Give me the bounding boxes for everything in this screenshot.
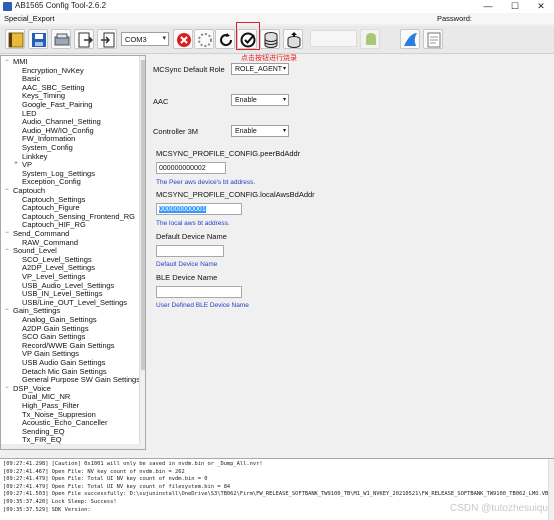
burn-button-highlight (236, 22, 260, 50)
log-vertical-scrollbar[interactable] (548, 459, 554, 520)
ble-device-name-hint: User Defined BLE Device Name (156, 302, 249, 309)
scanner-button[interactable] (51, 29, 71, 49)
menu-bar: Special_Export Password: (0, 13, 554, 24)
controller-3m-label: Controller 3M (153, 127, 199, 136)
maximize-button[interactable]: ☐ (502, 0, 528, 13)
default-device-name-hint: Default Device Name (156, 261, 218, 268)
peer-addr-label: MCSYNC_PROFILE_CONFIG.peerBdAddr (156, 149, 301, 158)
mcsync-role-select[interactable]: ROLE_AGENT ▾ (231, 63, 289, 75)
collapse-icon[interactable]: − (4, 307, 10, 313)
settings-loading-icon (198, 33, 212, 47)
local-addr-input[interactable]: 000000000001 (156, 203, 242, 215)
log-line: [09:27:41.479] Open File: Total UI NV ke… (3, 476, 208, 483)
settings-button[interactable] (194, 29, 214, 49)
collapse-icon[interactable]: − (4, 385, 10, 391)
database-upload-icon (287, 32, 301, 48)
mcsync-role-value: ROLE_AGENT (235, 66, 283, 73)
aac-label: AAC (153, 97, 169, 106)
android-icon (366, 33, 376, 45)
database-icon (264, 32, 278, 48)
notepad-icon (427, 32, 441, 48)
log-line: [09:27:41.503] Open File successfully: D… (3, 491, 554, 498)
import-button[interactable] (97, 29, 117, 49)
save-icon (32, 33, 46, 47)
export-button[interactable] (74, 29, 94, 49)
log-line: [09:27:41.479] Open File: Total UI NV ke… (3, 483, 231, 490)
password-label: Password: (437, 14, 473, 23)
controller-3m-select[interactable]: Enable ▾ (231, 125, 289, 137)
chevron-down-icon: ▾ (282, 128, 286, 134)
log-line: [09:35:37.420] Lock Sleep: Success! (3, 499, 117, 505)
import-icon (101, 32, 115, 48)
open-folder-button[interactable] (5, 29, 25, 49)
watermark: CSDN @tutozhesuiqu (450, 503, 548, 514)
refresh-icon (220, 33, 233, 47)
default-device-name-label: Default Device Name (156, 232, 227, 241)
config-tree[interactable]: − MMI Encryption_NvKey Basic AAC_SBC_Setting… (0, 55, 146, 450)
collapse-icon[interactable]: − (4, 247, 10, 253)
database-upload-button[interactable] (283, 29, 303, 49)
chevron-down-icon: ▾ (282, 97, 286, 103)
aac-value: Enable (235, 97, 257, 104)
collapse-icon[interactable]: − (4, 58, 10, 64)
local-addr-value: 000000000001 (159, 206, 206, 213)
title-bar: AB1565 Config Tool-2.6.2 — ☐ ✕ (0, 0, 554, 13)
save-button[interactable] (28, 29, 48, 49)
disconnect-icon (177, 33, 191, 47)
android-button[interactable] (360, 29, 380, 49)
toolbar: COM3 ▾ (0, 26, 554, 54)
mcsync-role-label: MCSync Default Role (153, 65, 225, 74)
local-addr-hint: The local aws bt address. (156, 220, 230, 227)
tree-vertical-scrollbar[interactable] (139, 56, 145, 449)
log-line: [09:27:41.298] [Caution] 0x1001 will onl… (3, 461, 263, 467)
menu-special-export[interactable]: Special_Export (4, 14, 54, 23)
refresh-button[interactable] (215, 29, 235, 49)
ble-device-name-input[interactable] (156, 286, 242, 298)
peer-addr-input[interactable]: 000000000002 (156, 162, 226, 174)
shark-fin-button[interactable] (400, 29, 420, 49)
chevron-down-icon: ▾ (282, 66, 286, 72)
settings-form: MCSync Default Role ROLE_AGENT ▾ AAC Ena… (148, 55, 554, 455)
collapse-icon[interactable]: − (4, 187, 10, 193)
notepad-button[interactable] (423, 29, 443, 49)
disabled-combo (310, 30, 357, 47)
app-icon (3, 2, 12, 11)
local-addr-label: MCSYNC_PROFILE_CONFIG.localAwsBdAddr (156, 190, 315, 199)
com-port-value: COM3 (125, 35, 147, 44)
open-folder-icon (8, 32, 24, 48)
tree-horizontal-scrollbar[interactable] (1, 444, 141, 449)
database-button[interactable] (260, 29, 280, 49)
peer-addr-hint: The Peer aws device's bt address. (156, 179, 256, 186)
scanner-icon (54, 33, 70, 46)
aac-select[interactable]: Enable ▾ (231, 94, 289, 106)
collapse-icon[interactable]: − (4, 230, 10, 236)
default-device-name-input[interactable] (156, 245, 224, 257)
log-line: [09:35:37.529] SDK Version: (3, 506, 91, 513)
minimize-button[interactable]: — (475, 0, 501, 13)
chevron-down-icon: ▾ (162, 35, 166, 42)
window-title: AB1565 Config Tool-2.6.2 (15, 1, 107, 10)
ble-device-name-label: BLE Device Name (156, 273, 218, 282)
log-line: [09:27:41.467] Open File: NV key count o… (3, 468, 185, 475)
export-icon (78, 32, 94, 48)
shark-fin-icon (404, 33, 417, 46)
controller-3m-value: Enable (235, 128, 257, 135)
expand-icon[interactable]: + (13, 161, 19, 167)
com-port-select[interactable]: COM3 ▾ (121, 32, 169, 46)
close-window-button[interactable]: ✕ (528, 0, 554, 13)
tree-scroll-thumb[interactable] (141, 60, 145, 370)
disconnect-button[interactable] (173, 29, 193, 49)
